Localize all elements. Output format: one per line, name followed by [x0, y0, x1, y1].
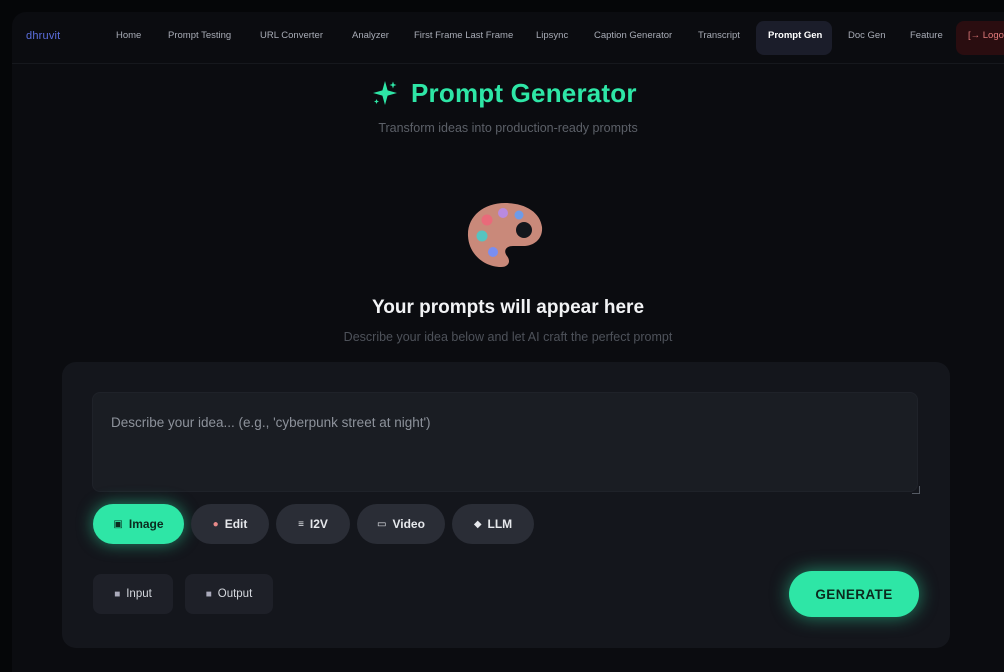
image-icon: ▣ — [113, 518, 123, 530]
resize-handle-icon[interactable] — [912, 486, 920, 494]
nav-item-lipsync[interactable]: Lipsync — [536, 30, 568, 41]
input-label: Input — [126, 588, 152, 600]
mode-video-label: Video — [392, 517, 425, 531]
lock-icon: ■ — [114, 588, 121, 600]
palette-icon — [467, 203, 543, 267]
nav-item-feature[interactable]: Feature — [910, 30, 943, 41]
mode-image-label: Image — [128, 517, 164, 531]
composer-card: ▣ Image ● Edit ≡ I2V ▭ Video ◆ LLM ■ Inp… — [62, 362, 950, 648]
mode-i2v-label: I2V — [309, 517, 328, 531]
idea-input[interactable] — [92, 392, 918, 492]
mode-video-button[interactable]: ▭ Video — [357, 504, 445, 544]
mode-i2v-button[interactable]: ≡ I2V — [276, 504, 350, 544]
nav-item-doc-gen[interactable]: Doc Gen — [848, 30, 886, 41]
top-nav: dhruvit Home Prompt Testing URL Converte… — [12, 12, 1004, 64]
video-icon: ▭ — [377, 518, 387, 530]
nav-item-url-converter[interactable]: URL Converter — [260, 30, 323, 41]
empty-state-title: Your prompts will appear here — [371, 297, 645, 318]
nav-item-first-frame-last-frame[interactable]: First Frame Last Frame — [414, 30, 513, 41]
logout-button[interactable]: [→ Logo — [956, 21, 1004, 55]
sparkle-icon — [373, 81, 397, 105]
output-label: Output — [217, 588, 253, 600]
generate-button[interactable]: GENERATE — [789, 571, 919, 617]
nav-item-prompt-gen[interactable]: Prompt Gen — [768, 30, 822, 41]
chat-icon: ◆ — [473, 518, 482, 530]
nav-item-analyzer[interactable]: Analyzer — [352, 30, 389, 41]
nav-item-caption-generator[interactable]: Caption Generator — [594, 30, 672, 41]
nav-item-prompt-testing[interactable]: Prompt Testing — [168, 30, 231, 41]
lock-icon: ■ — [205, 588, 212, 600]
page-title: Prompt Generator — [411, 77, 637, 108]
mode-image-button[interactable]: ▣ Image — [93, 504, 184, 544]
output-button[interactable]: ■ Output — [185, 574, 273, 614]
nav-item-transcript[interactable]: Transcript — [698, 30, 740, 41]
palette-icon: ● — [212, 518, 219, 530]
brand-logo[interactable]: dhruvit — [26, 30, 60, 42]
layers-icon: ≡ — [298, 518, 304, 530]
page-subtitle: Transform ideas into production-ready pr… — [378, 121, 638, 135]
mode-llm-label: LLM — [487, 517, 513, 531]
mode-llm-button[interactable]: ◆ LLM — [452, 504, 534, 544]
mode-edit-button[interactable]: ● Edit — [191, 504, 269, 544]
page-header: Prompt Generator — [372, 75, 637, 111]
nav-item-home[interactable]: Home — [116, 30, 141, 41]
app-window: dhruvit Home Prompt Testing URL Converte… — [12, 12, 1004, 672]
input-button[interactable]: ■ Input — [93, 574, 173, 614]
mode-edit-label: Edit — [224, 517, 248, 531]
empty-state-subtitle: Describe your idea below and let AI craf… — [343, 330, 673, 344]
